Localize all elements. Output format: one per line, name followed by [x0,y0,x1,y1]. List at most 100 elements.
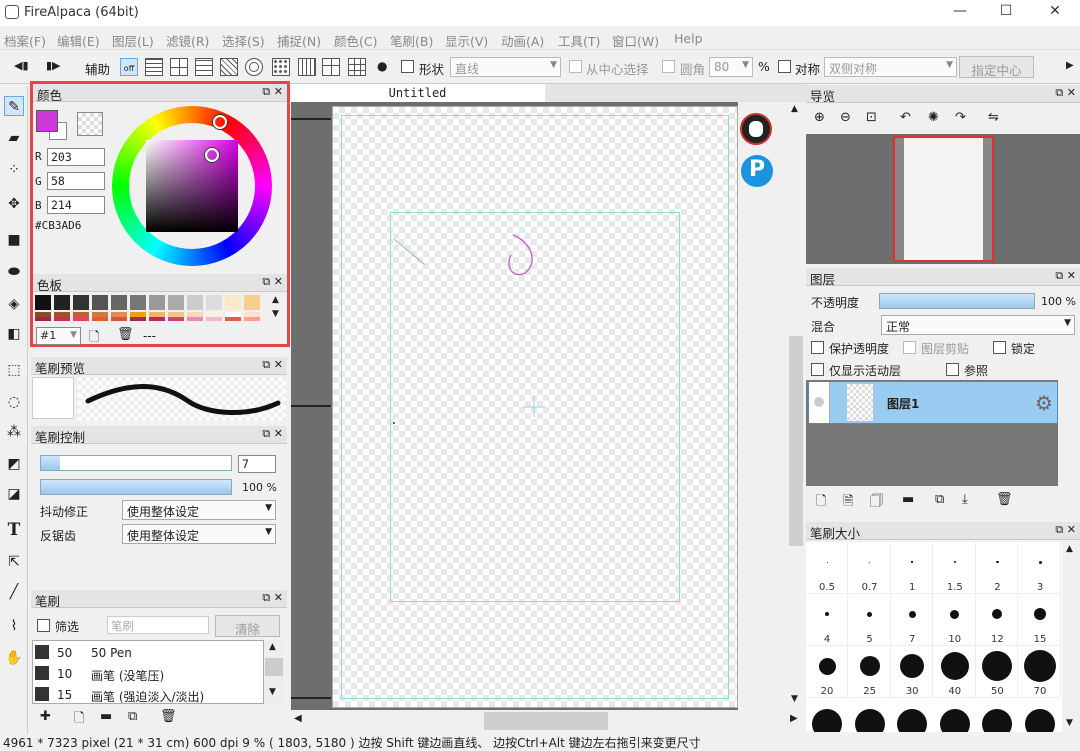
new-palette-icon[interactable]: 🗋 [89,328,99,350]
menu-brush[interactable]: 笔刷(B) [390,31,433,50]
brush-size-slider[interactable] [40,455,232,471]
g-input[interactable]: 58 [47,172,105,190]
toolbar-overflow-icon[interactable]: ▶ [1066,60,1074,71]
menu-snap[interactable]: 捕捉(N) [277,31,321,50]
palette-swatch[interactable] [111,317,127,321]
hue-marker[interactable] [213,115,227,129]
new-layer-8bit-icon[interactable]: 🗎 [843,492,853,514]
snap-concentric-icon[interactable] [245,58,263,76]
layer-name[interactable]: 图层1 [887,395,919,412]
palette-swatch[interactable] [130,317,146,321]
operation-tool-icon[interactable]: ⇱ [4,552,24,572]
set-center-button[interactable]: 指定中心 [959,56,1034,78]
shape-select[interactable]: 直线 ▼ [450,57,561,77]
snap-off-icon[interactable]: off [120,58,138,76]
flip-view-icon[interactable]: ⇋ [988,110,999,125]
brush-item-name[interactable]: 画笔 (强迫淡入/淡出) [91,688,204,703]
snap-parallel-icon[interactable] [145,58,163,76]
lasso-tool-icon[interactable]: ◌ [4,392,24,412]
sv-marker[interactable] [205,148,219,162]
blend-mode-select[interactable]: 正常 ▼ [881,315,1075,335]
menu-filter[interactable]: 滤镜(R) [166,31,209,50]
palette-swatch[interactable] [73,317,89,321]
snap-perspective-icon[interactable] [348,58,366,76]
palette-scroll-down-icon[interactable]: ▼ [272,309,279,319]
brush-size-scrollbar[interactable]: ▲ ▼ [1062,542,1080,732]
palette-swatch[interactable] [187,317,203,321]
move-tool-icon[interactable]: ✥ [4,194,24,214]
transparent-color-swatch[interactable] [77,112,103,136]
menu-window[interactable]: 窗口(W) [612,31,659,50]
zoom-in-icon[interactable]: ⊕ [814,110,825,125]
clear-filter-button[interactable]: 清除 [215,615,280,637]
palette-swatch[interactable] [149,317,165,321]
brush-size-input[interactable]: 7 [238,455,276,473]
fill-tool-icon[interactable]: ◈ [4,294,24,314]
brush-tool-icon[interactable]: ✎ [4,96,24,116]
palette-scroll-up-icon[interactable]: ▲ [272,295,279,305]
palette-swatch[interactable] [168,295,184,310]
snap-diagonal-icon[interactable] [220,58,238,76]
protect-alpha-checkbox[interactable] [811,341,824,354]
menu-edit[interactable]: 编辑(E) [57,31,100,50]
from-center-checkbox[interactable] [569,60,582,73]
snap-grid-icon[interactable] [298,58,316,76]
maximize-button[interactable]: ☐ [992,3,1020,23]
palette-swatch[interactable] [92,317,108,321]
layer-visibility-icon[interactable] [814,397,824,407]
layer-opacity-slider[interactable] [879,293,1035,309]
clipping-checkbox[interactable] [903,341,916,354]
menu-view[interactable]: 显示(V) [445,31,488,50]
filter-checkbox[interactable] [37,619,50,632]
snap-cross-icon[interactable] [170,58,188,76]
menu-tools[interactable]: 工具(T) [558,31,600,50]
snap-curve-icon[interactable]: ● [377,59,387,73]
palette-swatch[interactable] [35,317,51,321]
document-tab[interactable]: Untitled [290,84,545,102]
round-corner-select[interactable]: 80 ▼ [709,57,753,77]
brush-opacity-slider[interactable] [40,479,232,495]
eyedropper-tool-icon[interactable]: ⌇ [4,616,24,636]
round-corner-checkbox[interactable] [662,60,675,73]
horizontal-scrollbar[interactable]: ◀ ▶ [290,710,806,732]
merge-down-icon[interactable]: ⤓ [962,492,968,507]
layer-scrollbar[interactable] [1060,380,1080,486]
delete-brush-icon[interactable]: 🗑 [160,709,177,724]
hand-tool-icon[interactable]: ✋ [4,648,24,668]
eraser-tool-icon[interactable]: ▰ [4,128,24,148]
palette-swatch[interactable] [130,295,146,310]
shape-checkbox[interactable] [401,60,414,73]
snap-3d-icon[interactable] [322,58,340,76]
minimize-button[interactable]: — [946,3,974,23]
menu-help[interactable]: Help [674,31,703,46]
menu-animation[interactable]: 动画(A) [501,31,544,50]
duplicate-brush-icon[interactable]: ⧉ [128,709,137,724]
select-tool-icon[interactable]: ⬚ [4,360,24,380]
menu-color[interactable]: 颜色(C) [334,31,377,50]
reset-rotation-icon[interactable]: ✺ [928,110,939,125]
hue-wheel[interactable] [112,106,272,266]
fit-view-icon[interactable]: ⊡ [866,110,877,125]
dot-tool-icon[interactable]: ⁘ [4,160,24,180]
layer-settings-icon[interactable]: ⚙ [1035,391,1053,415]
rotate-right-icon[interactable]: ↷ [955,110,966,125]
symmetry-select[interactable]: 双侧对称 ▼ [824,57,957,77]
delete-palette-icon[interactable]: 🗑 [117,327,134,342]
snap-radial-icon[interactable] [272,58,290,76]
palette-swatch[interactable] [244,317,260,321]
new-brush-icon[interactable]: 🗋 [74,709,84,731]
menu-layer[interactable]: 图层(L) [112,31,154,50]
new-layer-1bit-icon[interactable]: 🗍 [870,492,883,514]
palette-swatch[interactable] [54,295,70,310]
palette-swatch[interactable] [206,295,222,310]
palette-swatch[interactable] [225,295,241,310]
palette-swatch[interactable] [54,317,70,321]
symmetry-checkbox[interactable] [778,60,791,73]
divide-tool-icon[interactable]: ╱ [4,582,24,602]
foreground-color-swatch[interactable] [36,110,58,132]
r-input[interactable]: 203 [47,148,105,166]
saturation-value-square[interactable] [146,140,238,232]
palette-swatch[interactable] [111,295,127,310]
prev-frame-icon[interactable]: ◀▮ [14,59,29,72]
b-input[interactable]: 214 [47,196,105,214]
